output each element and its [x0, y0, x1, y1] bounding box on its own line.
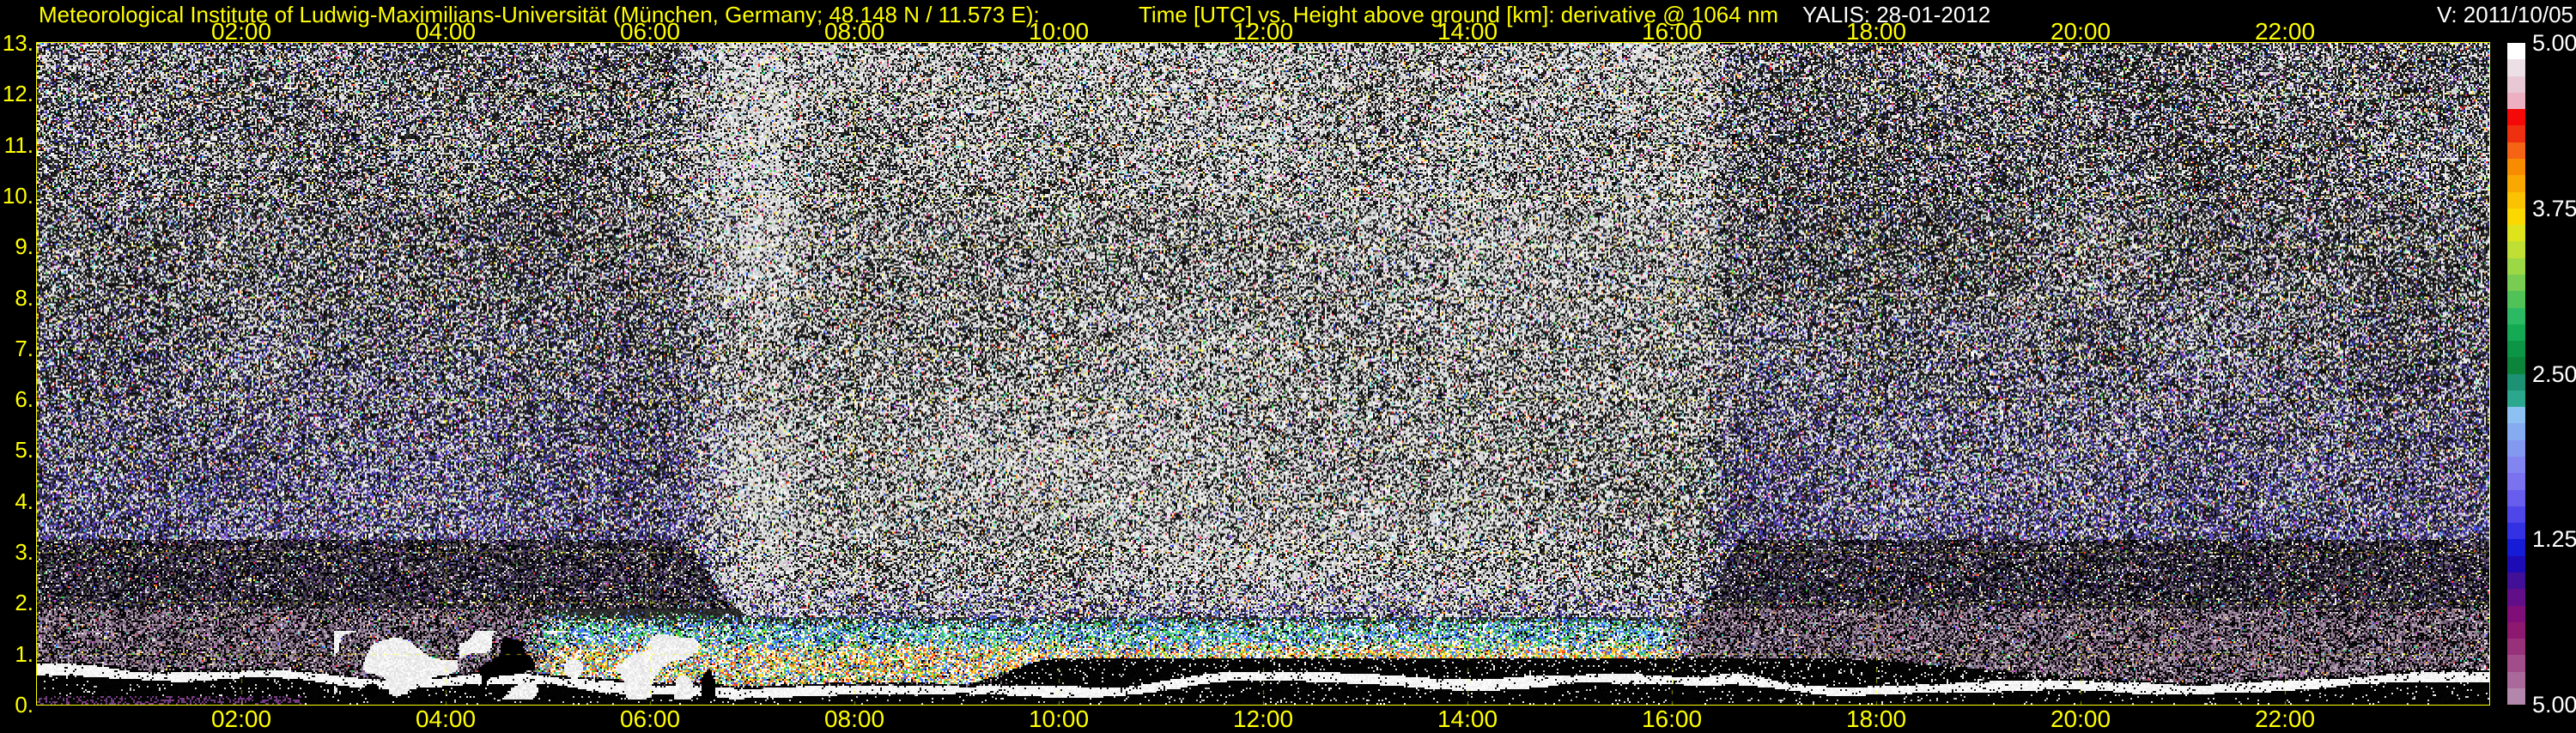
colorbar-segment	[2507, 655, 2525, 672]
colorbar-segment	[2507, 109, 2525, 126]
colorbar-segment	[2507, 43, 2525, 60]
colorbar-segment	[2507, 688, 2525, 706]
colorbar-segment	[2507, 241, 2525, 258]
colorbar-segment	[2507, 191, 2525, 209]
bottom-time-tick-label: 14:00	[1437, 706, 1498, 732]
bottom-time-tick-label: 18:00	[1845, 706, 1907, 732]
colorbar-segment	[2507, 390, 2525, 408]
colorbar-segment	[2507, 225, 2525, 242]
height-tick-label: 13.	[2, 30, 33, 56]
bottom-time-tick-label: 22:00	[2254, 706, 2316, 732]
bottom-time-tick-label: 20:00	[2050, 706, 2111, 732]
height-tick-label: 10.	[2, 182, 33, 209]
colorbar-tick-label: 5.00	[2532, 30, 2576, 56]
lidar-quicklook-page: { "header": { "institute_title": "Meteor…	[0, 0, 2576, 732]
colorbar-segment	[2507, 423, 2525, 440]
colorbar-segment	[2507, 208, 2525, 226]
height-tick-label: 11.	[3, 131, 33, 158]
bottom-time-tick-label: 06:00	[619, 706, 681, 732]
colorbar-segment	[2507, 639, 2525, 656]
height-tick-label: 5.	[15, 437, 33, 463]
colorbar-segment	[2507, 92, 2525, 110]
colorbar-segment	[2507, 605, 2525, 622]
colorbar-segment	[2507, 539, 2525, 556]
colorbar-tick-label: 5.00	[2532, 692, 2576, 718]
height-tick-label: 9.	[15, 233, 33, 260]
colorbar-segment	[2507, 373, 2525, 391]
colorbar-segment	[2507, 506, 2525, 524]
bottom-time-tick-label: 10:00	[1028, 706, 1090, 732]
colorbar-segment	[2507, 621, 2525, 639]
colorbar-segment	[2507, 572, 2525, 590]
colorbar-segment	[2507, 555, 2525, 572]
colorbar-segment	[2507, 291, 2525, 308]
colorbar-segment	[2507, 671, 2525, 688]
colorbar	[2507, 43, 2525, 706]
height-tick-label: 0.	[15, 692, 33, 718]
bottom-time-tick-label: 12:00	[1232, 706, 1294, 732]
height-tick-label: 7.	[15, 335, 33, 361]
bottom-time-tick-label: 08:00	[823, 706, 885, 732]
height-tick-label: 12.	[2, 81, 33, 107]
colorbar-segment	[2507, 489, 2525, 506]
gridlines-canvas	[37, 43, 2489, 705]
bottom-time-tick-label: 04:00	[415, 706, 477, 732]
plot-area	[36, 42, 2490, 706]
colorbar-segment	[2507, 357, 2525, 374]
colorbar-segment	[2507, 175, 2525, 192]
height-tick-label: 1.	[15, 640, 33, 667]
colorbar-segment	[2507, 589, 2525, 606]
colorbar-tick-label: 3.75	[2532, 195, 2576, 221]
colorbar-segment	[2507, 59, 2525, 76]
height-tick-label: 2.	[15, 590, 33, 616]
height-tick-label: 8.	[15, 284, 33, 311]
colorbar-segment	[2507, 257, 2525, 275]
height-tick-label: 3.	[15, 539, 33, 566]
colorbar-segment	[2507, 439, 2525, 457]
colorbar-tick-label: 1.25	[2532, 526, 2576, 553]
colorbar-segment	[2507, 457, 2525, 474]
colorbar-segment	[2507, 324, 2525, 342]
colorbar-segment	[2507, 341, 2525, 358]
colorbar-segment	[2507, 142, 2525, 159]
height-tick-label: 6.	[15, 386, 33, 413]
colorbar-segment	[2507, 523, 2525, 540]
colorbar-segment	[2507, 274, 2525, 292]
version-label: V: 2011/10/05	[2436, 2, 2573, 27]
colorbar-segment	[2507, 473, 2525, 490]
colorbar-segment	[2507, 158, 2525, 176]
colorbar-segment	[2507, 407, 2525, 424]
height-tick-label: 4.	[15, 488, 33, 514]
colorbar-segment	[2507, 76, 2525, 93]
colorbar-tick-label: 2.50	[2532, 360, 2576, 387]
bottom-time-tick-label: 16:00	[1641, 706, 1703, 732]
colorbar-segment	[2507, 307, 2525, 324]
bottom-time-tick-label: 02:00	[210, 706, 272, 732]
colorbar-segment	[2507, 125, 2525, 142]
